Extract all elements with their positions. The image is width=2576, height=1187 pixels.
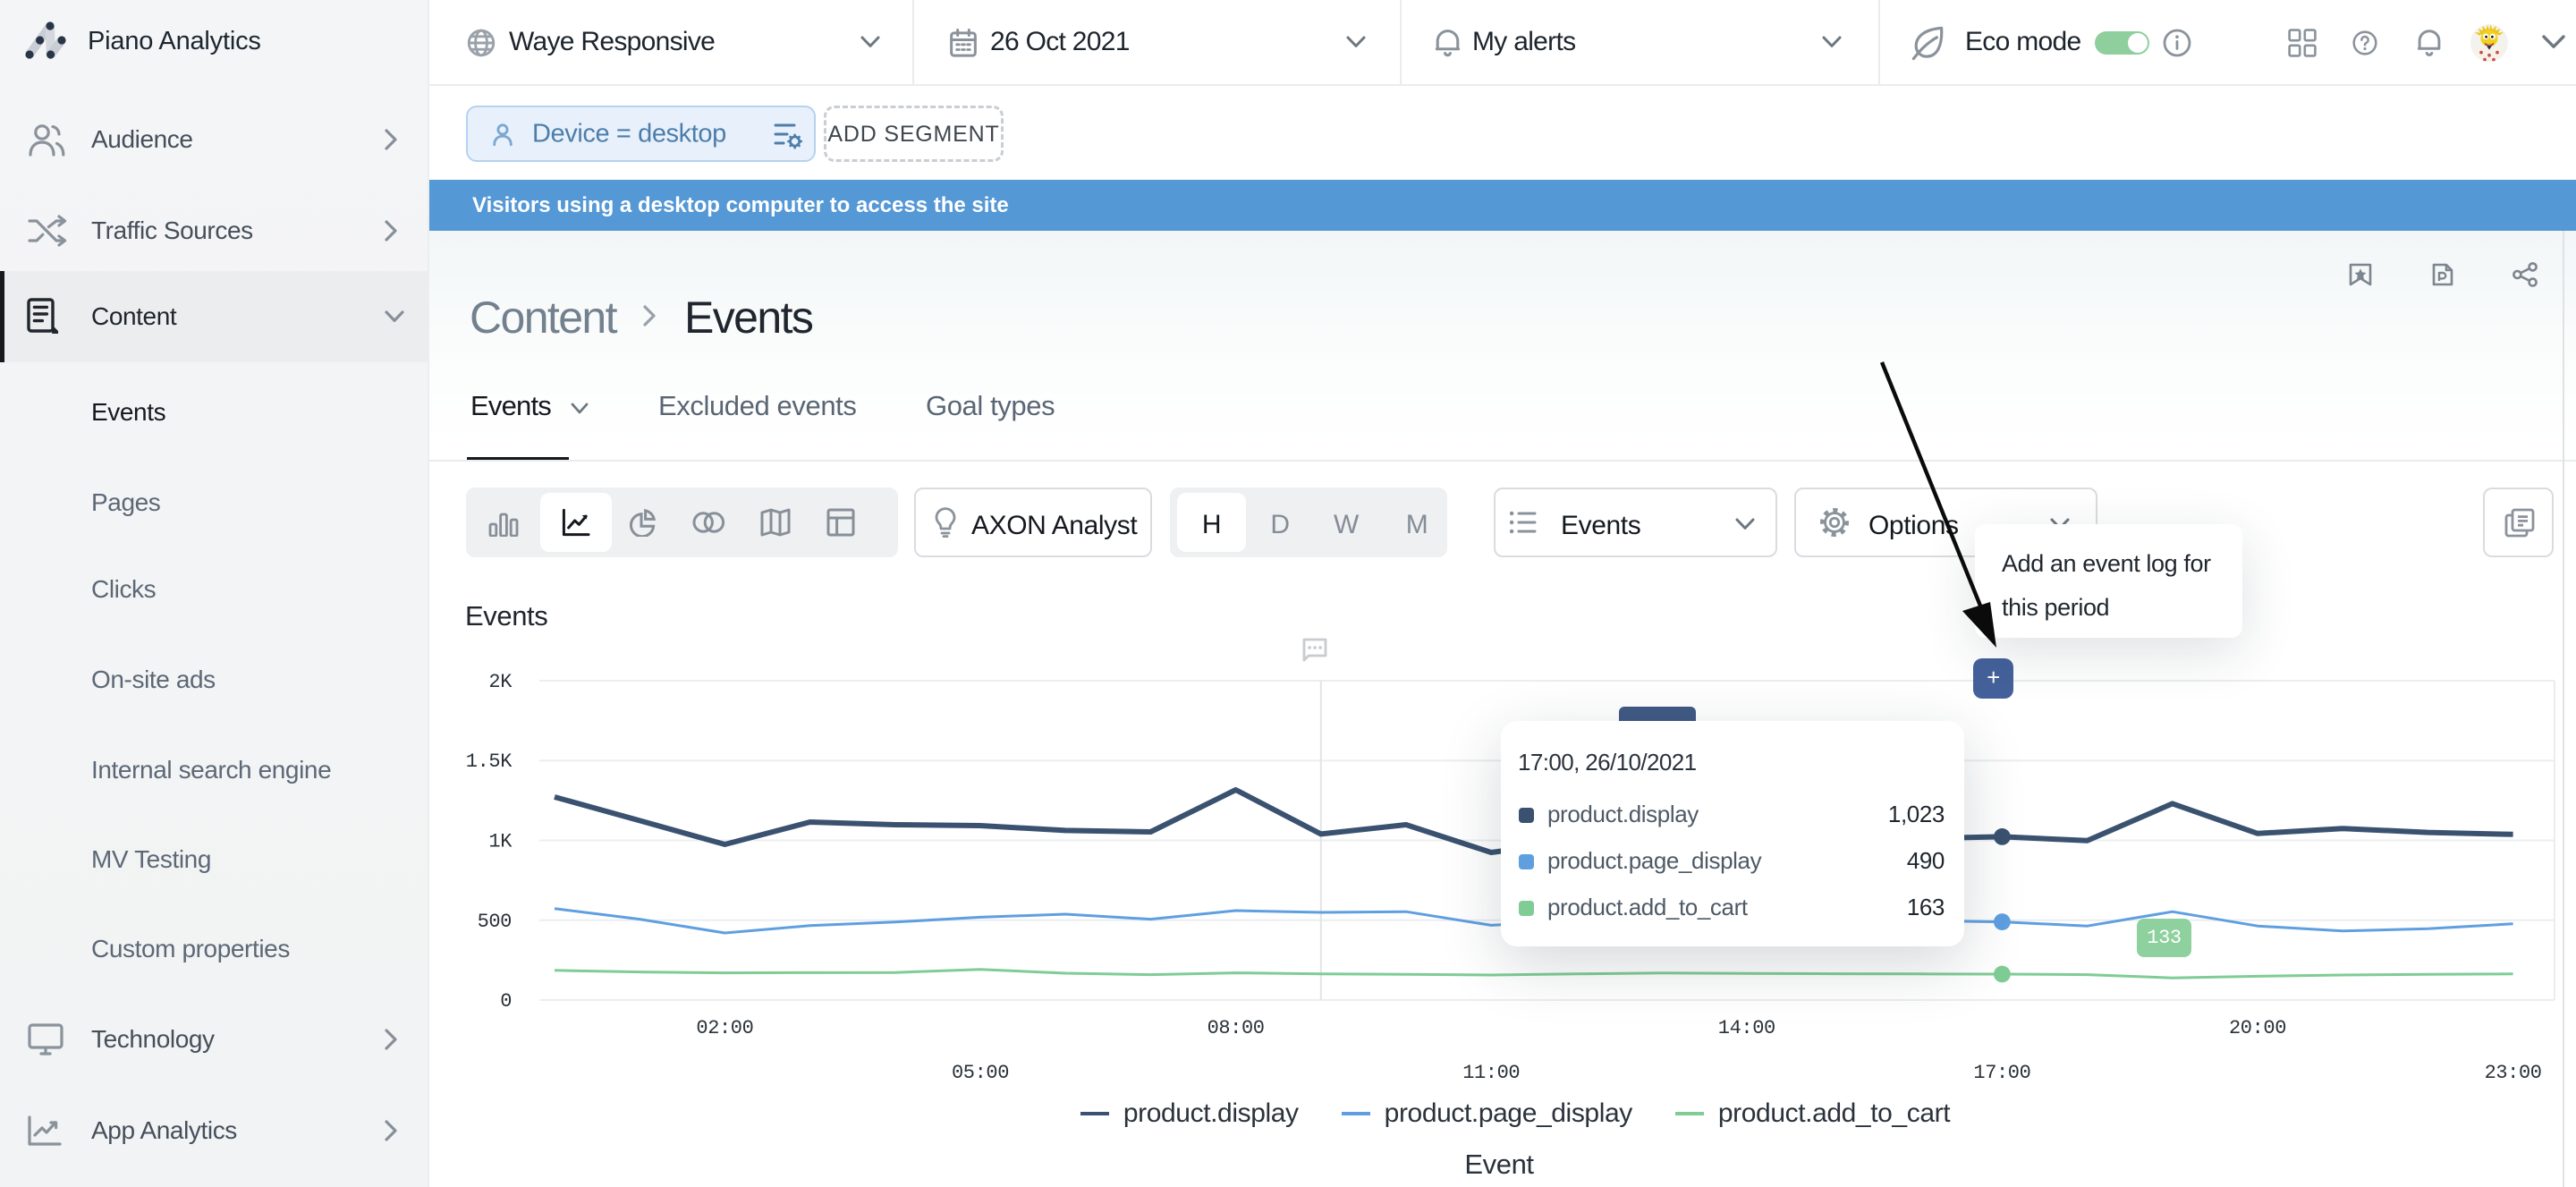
svg-text:1K: 1K: [488, 831, 513, 853]
svg-text:2K: 2K: [488, 671, 513, 693]
svg-text:17:00: 17:00: [1973, 1062, 2030, 1084]
svg-text:08:00: 08:00: [1208, 1017, 1265, 1039]
svg-text:20:00: 20:00: [2229, 1017, 2286, 1039]
svg-text:1.5K: 1.5K: [466, 750, 513, 773]
svg-text:02:00: 02:00: [696, 1017, 753, 1039]
svg-text:05:00: 05:00: [952, 1062, 1009, 1084]
svg-text:11:00: 11:00: [1462, 1062, 1520, 1084]
svg-text:0: 0: [500, 990, 512, 1013]
svg-text:500: 500: [478, 911, 512, 933]
svg-text:23:00: 23:00: [2485, 1062, 2542, 1084]
svg-text:14:00: 14:00: [1718, 1017, 1775, 1039]
